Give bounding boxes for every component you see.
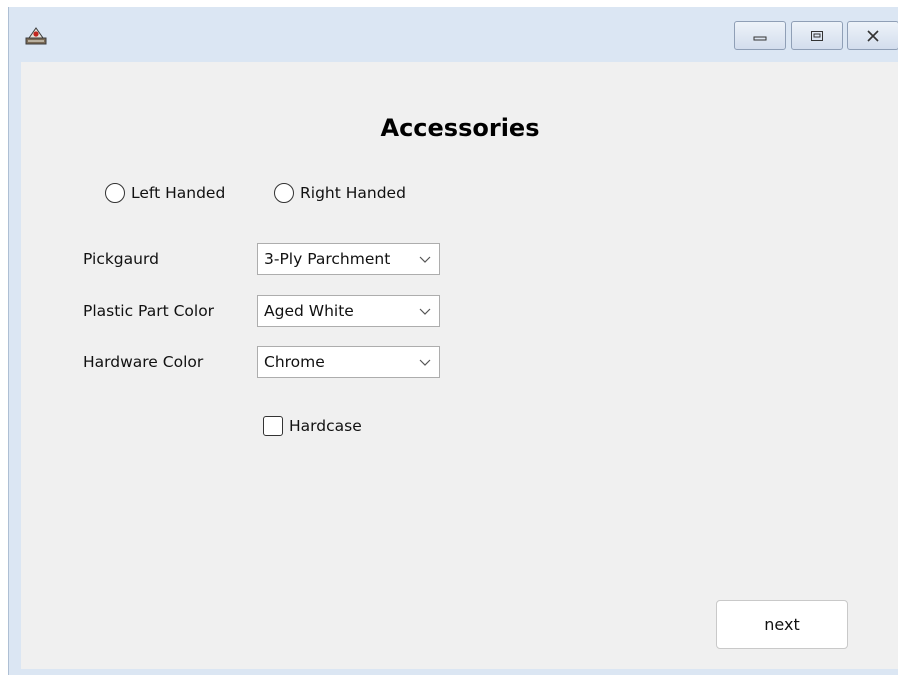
pickguard-select[interactable]: 3-Ply Parchment bbox=[257, 243, 440, 275]
radio-circle-icon bbox=[105, 183, 125, 203]
checkbox-box-icon bbox=[263, 416, 283, 436]
maximize-icon bbox=[811, 30, 823, 41]
minimize-button[interactable] bbox=[734, 21, 786, 50]
radio-circle-icon bbox=[274, 183, 294, 203]
chevron-down-icon bbox=[419, 256, 431, 263]
plastic-part-color-value: Aged White bbox=[264, 302, 354, 320]
java-duke-icon bbox=[25, 27, 47, 45]
right-handed-label: Right Handed bbox=[300, 184, 406, 202]
hardware-color-value: Chrome bbox=[264, 353, 325, 371]
minimize-icon bbox=[753, 36, 767, 40]
hardware-color-label: Hardware Color bbox=[83, 353, 204, 371]
maximize-button[interactable] bbox=[791, 21, 843, 50]
next-button[interactable]: next bbox=[716, 600, 848, 649]
pickguard-label: Pickgaurd bbox=[83, 250, 159, 268]
title-bar[interactable] bbox=[9, 7, 898, 51]
pickguard-value: 3-Ply Parchment bbox=[264, 250, 391, 268]
plastic-part-color-select[interactable]: Aged White bbox=[257, 295, 440, 327]
hardcase-checkbox[interactable]: Hardcase bbox=[263, 414, 362, 438]
hardcase-label: Hardcase bbox=[289, 417, 362, 435]
hardware-color-select[interactable]: Chrome bbox=[257, 346, 440, 378]
chevron-down-icon bbox=[419, 308, 431, 315]
app-window: Accessories Left Handed Right Handed Pic… bbox=[8, 7, 898, 675]
page-title: Accessories bbox=[380, 114, 540, 142]
chevron-down-icon bbox=[419, 359, 431, 366]
left-handed-label: Left Handed bbox=[131, 184, 226, 202]
close-icon bbox=[867, 29, 879, 42]
close-button[interactable] bbox=[847, 21, 898, 50]
right-handed-radio[interactable]: Right Handed bbox=[274, 180, 406, 206]
plastic-part-color-label: Plastic Part Color bbox=[83, 302, 215, 320]
form-panel: Accessories Left Handed Right Handed Pic… bbox=[21, 62, 898, 669]
left-handed-radio[interactable]: Left Handed bbox=[105, 180, 225, 206]
